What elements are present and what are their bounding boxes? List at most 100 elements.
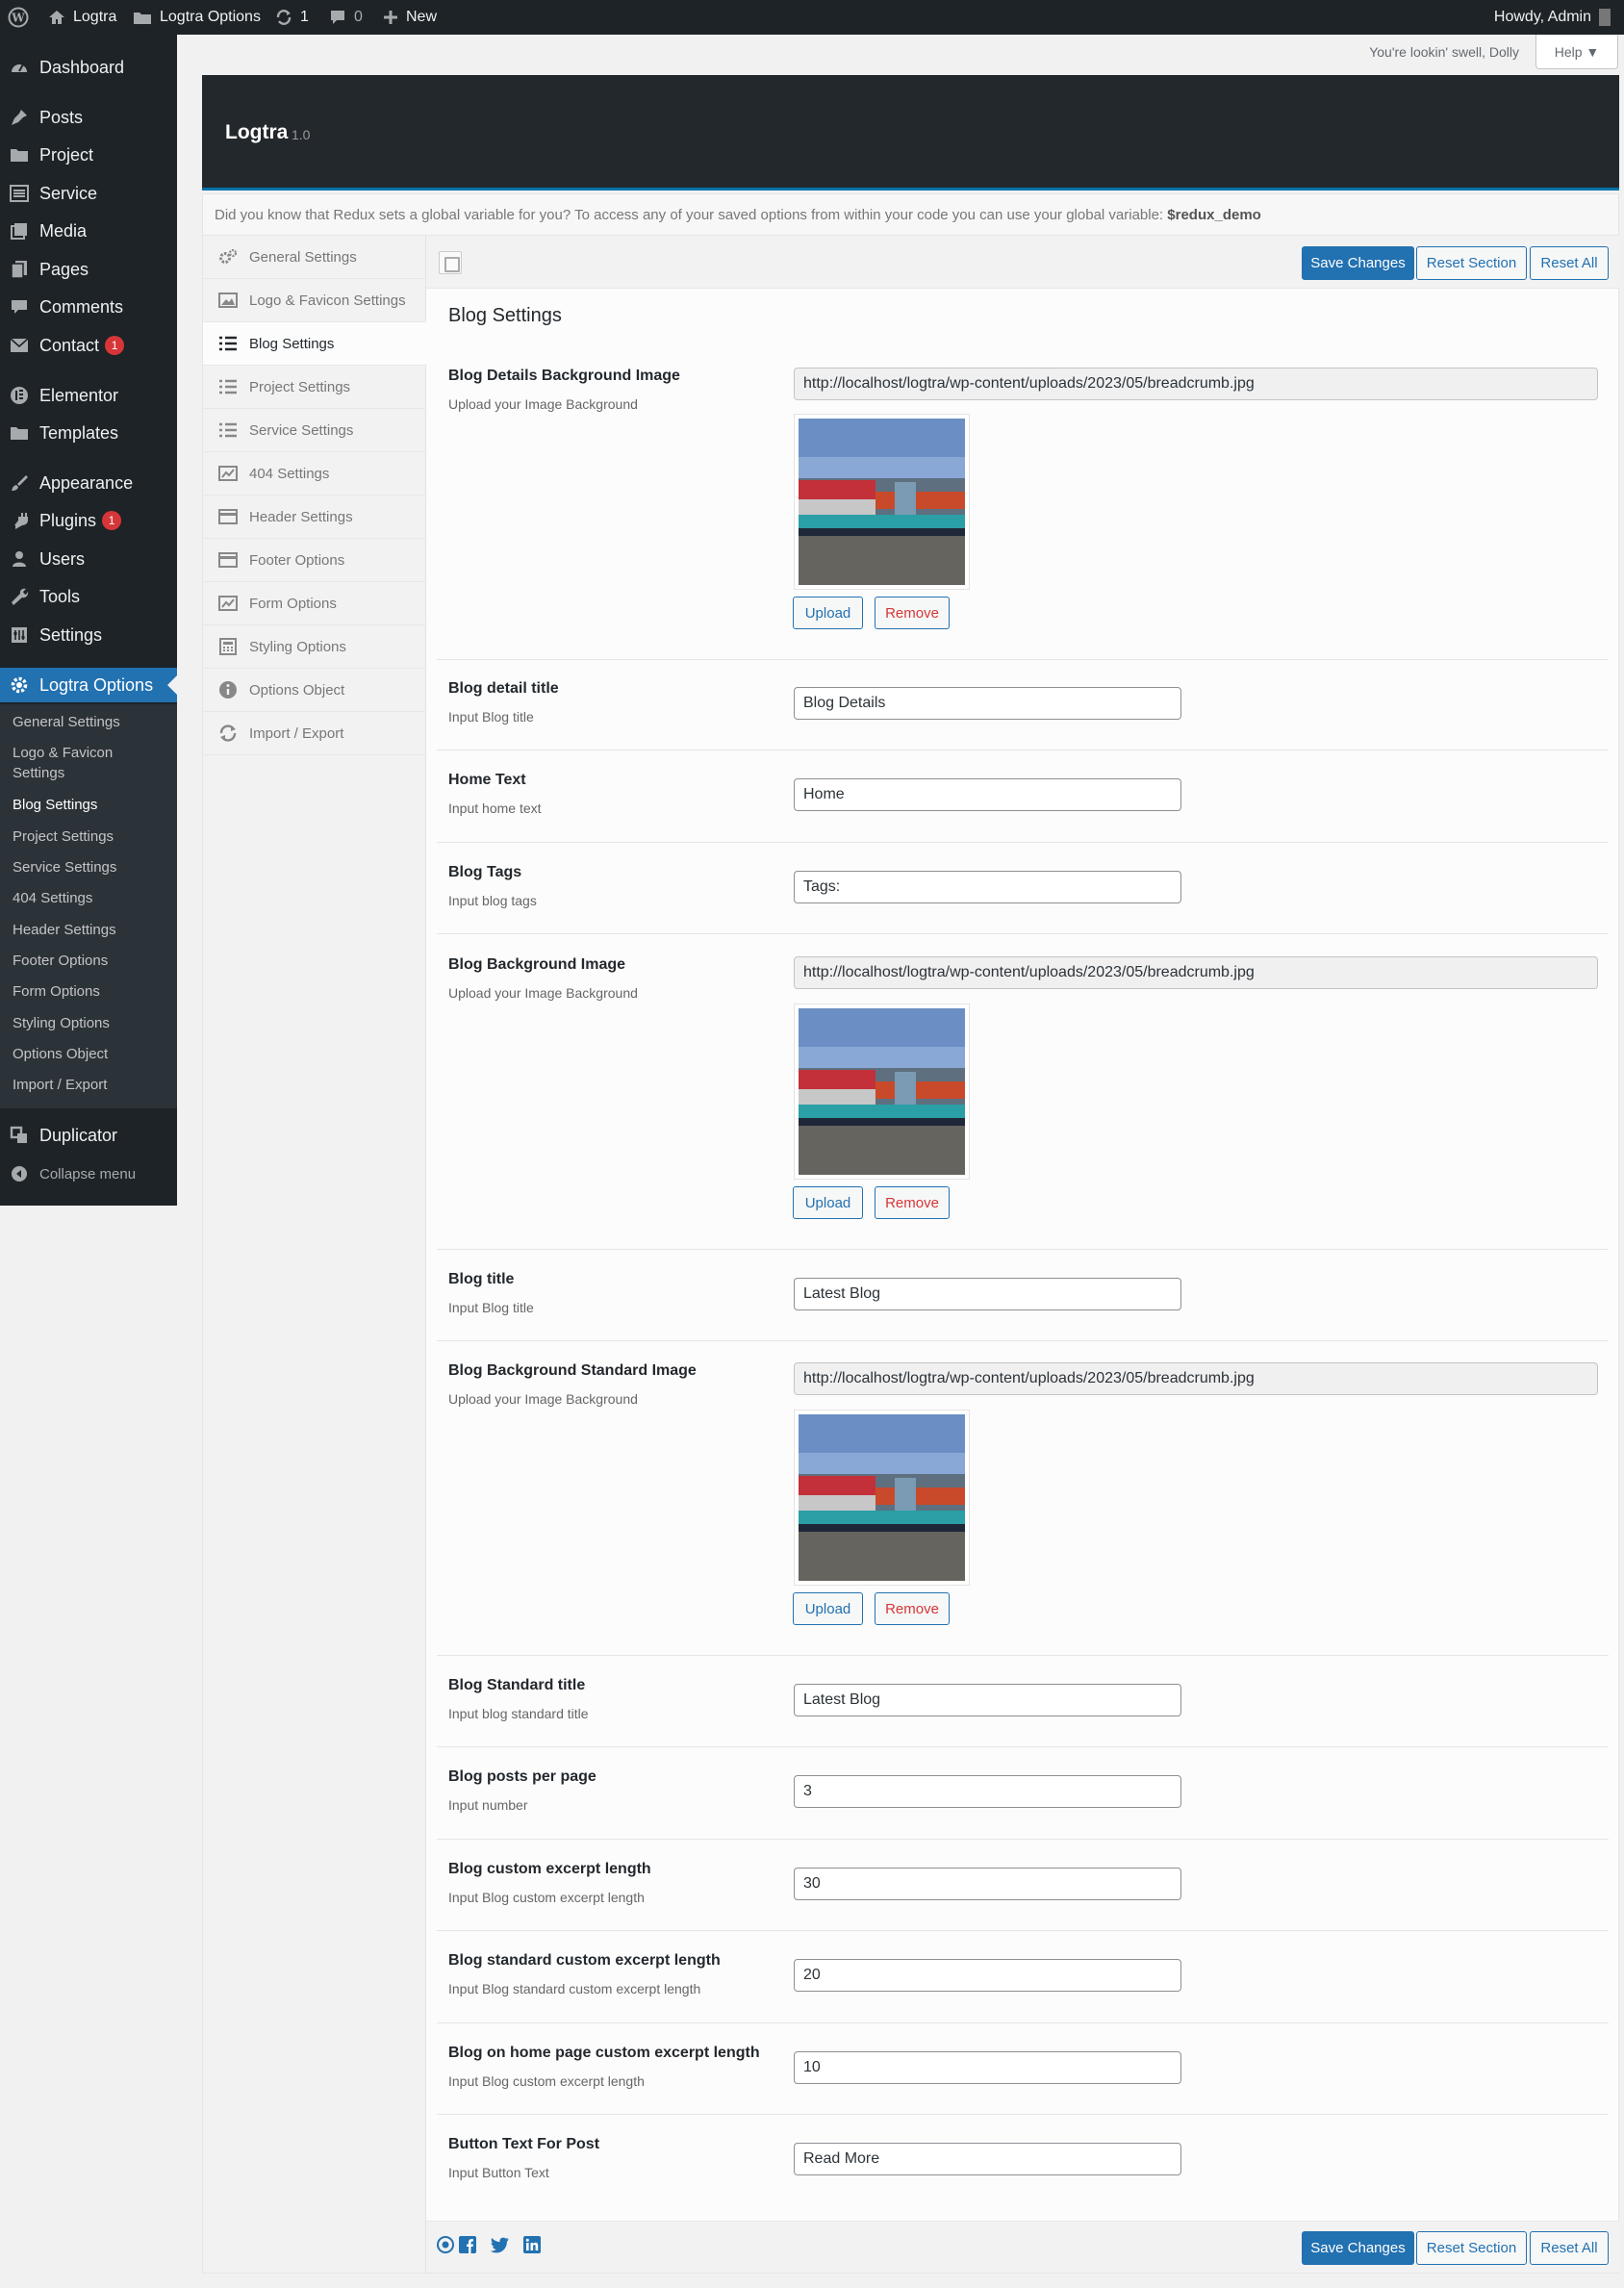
upload-button[interactable]: Upload — [793, 1592, 863, 1625]
save-changes-button[interactable]: Save Changes — [1302, 2231, 1414, 2265]
comment-icon — [331, 11, 344, 24]
field-title: Blog Background Image — [448, 956, 626, 973]
blog-tags-input[interactable]: Tags: — [794, 871, 1181, 903]
menu-elementor[interactable]: Elementor — [0, 378, 177, 413]
credit-card-icon — [216, 552, 240, 568]
blog-standard-title-input[interactable]: Latest Blog — [794, 1684, 1181, 1716]
field-subtitle: Input Blog custom excerpt length — [448, 2073, 645, 2089]
standard-bg-url-input[interactable]: http://localhost/logtra/wp-content/uploa… — [794, 1362, 1598, 1395]
reset-section-button[interactable]: Reset Section — [1416, 2231, 1527, 2265]
blog-detail-title-input[interactable]: Blog Details — [794, 687, 1181, 720]
menu-posts[interactable]: Posts — [0, 100, 177, 135]
menu-settings[interactable]: Settings — [0, 618, 177, 652]
menu-comments[interactable]: Comments — [0, 290, 177, 324]
new-content-link[interactable]: New — [383, 0, 437, 35]
upload-button[interactable]: Upload — [793, 1186, 863, 1219]
submenu-logo-favicon[interactable]: Logo & Favicon Settings — [13, 743, 166, 783]
submenu-general-settings[interactable]: General Settings — [13, 712, 166, 732]
refresh-icon — [276, 10, 292, 25]
redux-menu-blog-settings[interactable]: Blog Settings — [203, 322, 427, 366]
expand-options-button[interactable] — [439, 251, 462, 274]
menu-templates[interactable]: Templates — [0, 416, 177, 450]
excerpt-length-input[interactable]: 30 — [794, 1868, 1181, 1900]
chart-icon — [216, 596, 240, 611]
linkedin-icon[interactable] — [522, 2235, 542, 2254]
redux-menu-styling-options[interactable]: Styling Options — [203, 625, 426, 669]
help-tab-button[interactable]: Help ▼ — [1535, 35, 1618, 69]
twitter-icon[interactable] — [490, 2235, 509, 2254]
button-text-input[interactable]: Read More — [794, 2143, 1181, 2175]
redux-menu-footer-options[interactable]: Footer Options — [203, 539, 426, 582]
field-divider — [437, 1930, 1609, 1931]
remove-button[interactable]: Remove — [875, 1186, 950, 1219]
menu-appearance[interactable]: Appearance — [0, 466, 177, 500]
options-link[interactable]: Logtra Options — [133, 0, 261, 35]
submenu-import-export[interactable]: Import / Export — [13, 1075, 166, 1095]
redux-menu-logo-favicon[interactable]: Logo & Favicon Settings — [203, 279, 426, 322]
reset-all-button[interactable]: Reset All — [1530, 246, 1609, 280]
submenu-404-settings[interactable]: 404 Settings — [13, 888, 166, 908]
posts-per-page-input[interactable]: 3 — [794, 1775, 1181, 1808]
save-changes-button[interactable]: Save Changes — [1302, 246, 1414, 280]
home-excerpt-length-input[interactable]: 10 — [794, 2051, 1181, 2084]
field-divider — [437, 1839, 1609, 1840]
hello-dolly-text: You're lookin' swell, Dolly — [1369, 44, 1519, 60]
collapse-menu-button[interactable]: Collapse menu — [0, 1158, 177, 1189]
redux-menu-404-settings[interactable]: 404 Settings — [203, 452, 426, 496]
submenu-styling-options[interactable]: Styling Options — [13, 1013, 166, 1033]
home-text-input[interactable]: Home — [794, 778, 1181, 811]
menu-tools[interactable]: Tools — [0, 579, 177, 614]
plus-icon — [384, 11, 397, 24]
field-title: Blog title — [448, 1271, 515, 1287]
submenu-footer-options[interactable]: Footer Options — [13, 951, 166, 971]
panel-title: Logtra — [225, 121, 289, 143]
field-subtitle: Input blog tags — [448, 893, 537, 908]
redux-menu-project-settings[interactable]: Project Settings — [203, 366, 426, 409]
submenu-project-settings[interactable]: Project Settings — [13, 826, 166, 847]
upload-button[interactable]: Upload — [793, 597, 863, 629]
submenu-blog-settings[interactable]: Blog Settings — [13, 795, 166, 815]
updates-link[interactable]: 1 — [275, 0, 309, 35]
menu-media[interactable]: Media — [0, 214, 177, 248]
redux-menu-service-settings[interactable]: Service Settings — [203, 409, 426, 452]
wordpress-logo-icon[interactable]: W — [8, 0, 29, 35]
pin-icon — [8, 106, 31, 129]
reset-section-button[interactable]: Reset Section — [1416, 246, 1527, 280]
menu-contact[interactable]: Contact 1 — [0, 328, 177, 363]
calculator-icon — [216, 638, 240, 655]
comments-link[interactable]: 0 — [329, 0, 363, 35]
standard-excerpt-length-input[interactable]: 20 — [794, 1959, 1181, 1992]
menu-project[interactable]: Project — [0, 138, 177, 172]
menu-duplicator[interactable]: Duplicator — [0, 1118, 177, 1153]
redux-menu-header-settings[interactable]: Header Settings — [203, 496, 426, 539]
menu-pages[interactable]: Pages — [0, 252, 177, 287]
remove-button[interactable]: Remove — [875, 597, 950, 629]
redux-menu-options-object[interactable]: Options Object — [203, 669, 426, 712]
menu-service[interactable]: Service — [0, 176, 177, 211]
menu-logtra-options[interactable]: Logtra Options — [0, 668, 177, 702]
menu-dashboard[interactable]: Dashboard — [0, 50, 177, 85]
facebook-icon[interactable] — [458, 2235, 477, 2254]
bottom-action-bar: Save Changes Reset Section Reset All — [426, 2221, 1619, 2274]
submenu-options-object[interactable]: Options Object — [13, 1044, 166, 1064]
redux-logo-icon[interactable] — [436, 2235, 455, 2254]
site-name-link[interactable]: Logtra — [48, 0, 116, 35]
details-bg-url-input[interactable]: http://localhost/logtra/wp-content/uploa… — [794, 368, 1598, 400]
my-account-link[interactable]: Howdy, Admin — [1494, 0, 1611, 35]
menu-users[interactable]: Users — [0, 542, 177, 576]
field-subtitle: Input Blog title — [448, 1300, 534, 1315]
menu-plugins[interactable]: Plugins 1 — [0, 503, 177, 538]
blog-title-input[interactable]: Latest Blog — [794, 1278, 1181, 1310]
field-title: Blog Details Background Image — [448, 368, 680, 384]
submenu-form-options[interactable]: Form Options — [13, 981, 166, 1002]
redux-menu-import-export[interactable]: Import / Export — [203, 712, 426, 755]
redux-menu-general-settings[interactable]: General Settings — [203, 236, 426, 279]
submenu-service-settings[interactable]: Service Settings — [13, 857, 166, 877]
submenu-header-settings[interactable]: Header Settings — [13, 920, 166, 940]
info-icon — [216, 680, 240, 699]
reset-all-button[interactable]: Reset All — [1530, 2231, 1609, 2265]
remove-button[interactable]: Remove — [875, 1592, 950, 1625]
redux-menu-form-options[interactable]: Form Options — [203, 582, 426, 625]
blog-bg-url-input[interactable]: http://localhost/logtra/wp-content/uploa… — [794, 956, 1598, 989]
plug-icon — [8, 509, 31, 532]
